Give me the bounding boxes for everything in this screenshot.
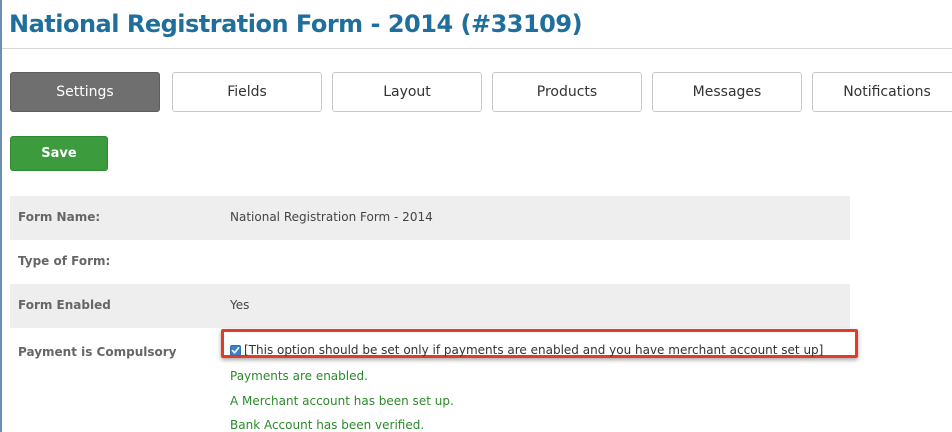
payment-compulsory-text: [This option should be set only if payme… [244,343,824,357]
tab-messages[interactable]: Messages [652,72,802,112]
payment-compulsory-label: Payment is Compulsory [18,345,177,359]
tab-settings[interactable]: Settings [10,72,160,112]
type-of-form-row: Type of Form: [10,240,850,284]
save-button[interactable]: Save [10,136,108,171]
status-merchant-account: A Merchant account has been set up. [230,394,454,408]
tab-products[interactable]: Products [492,72,642,112]
type-of-form-label: Type of Form: [18,254,111,268]
form-name-label: Form Name: [18,210,101,224]
form-enabled-label: Form Enabled [18,298,111,312]
tab-bar: Settings Fields Layout Products Messages… [10,72,952,112]
status-bank-verified: Bank Account has been verified. [230,418,425,432]
check-icon [231,347,240,354]
payment-compulsory-row: Payment is Compulsory [This option shoul… [10,329,858,432]
form-enabled-row: Form Enabled Yes [10,284,850,328]
tab-notifications[interactable]: Notifications [812,72,952,112]
settings-table: Form Name: National Registration Form - … [10,196,850,328]
status-payments-enabled: Payments are enabled. [230,369,368,383]
tab-layout[interactable]: Layout [332,72,482,112]
form-name-row: Form Name: National Registration Form - … [10,196,850,240]
tab-fields[interactable]: Fields [172,72,322,112]
left-border [0,0,2,432]
form-name-value: National Registration Form - 2014 [230,210,433,224]
form-enabled-value: Yes [230,298,250,312]
title-divider [2,48,952,49]
page-title: National Registration Form - 2014 (#3310… [9,10,583,38]
payment-compulsory-checkbox[interactable] [230,345,241,356]
